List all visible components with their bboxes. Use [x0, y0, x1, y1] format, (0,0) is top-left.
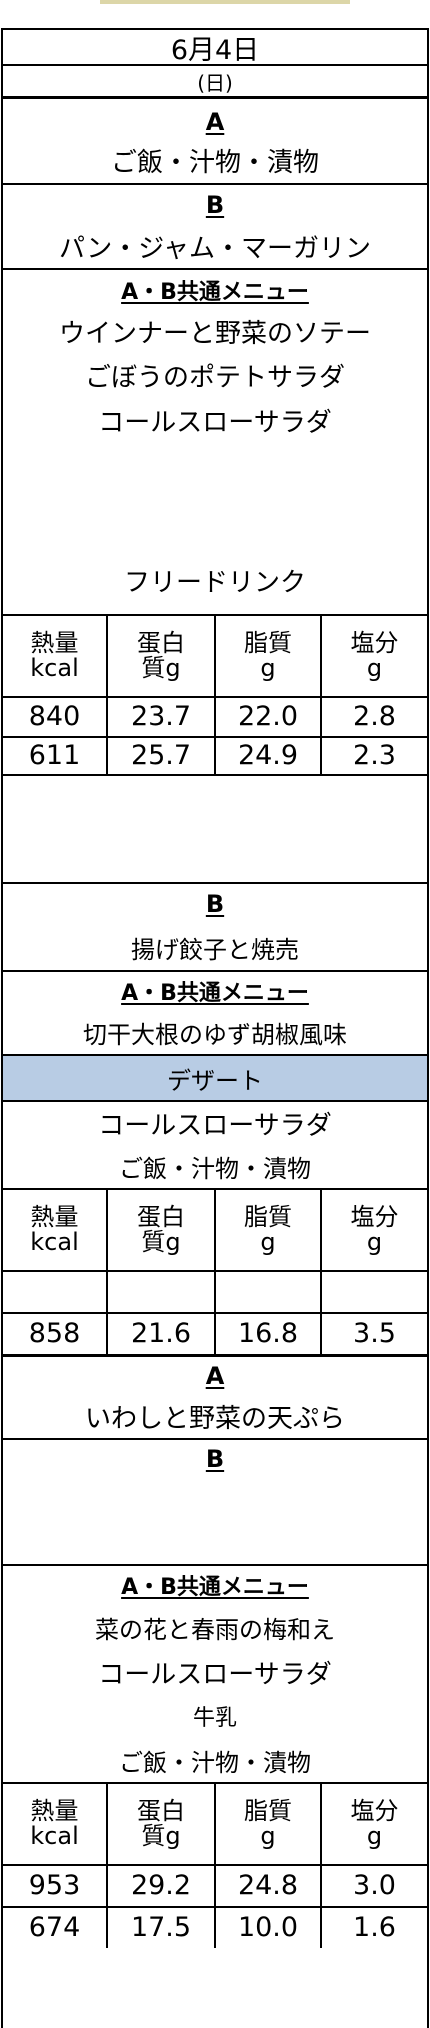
nutrition-value	[108, 1272, 216, 1312]
nutrition-value: 1.6	[353, 1911, 396, 1943]
lunch-b-label: B	[3, 882, 427, 924]
dinner-nutrition-header: 熱量 kcal 蛋白 質g 脂質 g 塩分 g	[3, 1782, 427, 1864]
salt-header: 塩分 g	[350, 1796, 399, 1850]
breakfast-nutrition-header: 熱量 kcal 蛋白 質g 脂質 g 塩分 g	[3, 614, 427, 696]
dinner-common-label: A・B共通メニュー	[3, 1564, 427, 1604]
protein-header: 蛋白 質g	[108, 1784, 216, 1864]
energy-header: 熱量 kcal	[3, 616, 108, 696]
lunch-common-item-1: 切干大根のゆず胡椒風味	[83, 1020, 347, 1049]
lunch-nutrition-row-2: 858 21.6 16.8 3.5	[3, 1312, 427, 1354]
dinner-common-item-2: コールスローサラダ	[98, 1659, 332, 1690]
breakfast-common-item-3: コールスローサラダ	[98, 407, 332, 438]
breakfast-common-label: A・B共通メニュー	[3, 268, 427, 310]
nutrition-value	[216, 1272, 322, 1312]
breakfast-a-label: A	[205, 108, 225, 136]
breakfast-a-menu: ご飯・汁物・漬物	[110, 148, 319, 178]
nutrition-value: 24.8	[216, 1866, 322, 1906]
lunch-nutrition-row-1	[3, 1270, 427, 1312]
lunch-common-label: A・B共通メニュー	[3, 970, 427, 1010]
breakfast-nutrition-row-2: 611 25.7 24.9 2.3	[3, 736, 427, 776]
dinner-nutrition-row-2: 674 17.5 10.0 1.6	[3, 1906, 427, 1948]
lunch-dessert-label: デザート	[3, 1054, 427, 1100]
nutrition-value: 10.0	[216, 1908, 322, 1948]
nutrition-value: 3.5	[353, 1317, 396, 1349]
nutrition-value: 840	[3, 698, 108, 736]
breakfast-common-item-2: ごぼうのポテトサラダ	[84, 363, 345, 393]
lunch-b-menu: 揚げ餃子と焼売	[131, 935, 299, 964]
nutrition-value: 953	[3, 1866, 108, 1906]
dinner-a-menu: いわしと野菜の天ぷら	[84, 1403, 345, 1434]
breakfast-nutrition-row-1: 840 23.7 22.0 2.8	[3, 696, 427, 736]
energy-header: 熱量 kcal	[3, 1784, 108, 1864]
fat-header: 脂質 g	[216, 1784, 322, 1864]
breakfast-common-item-1: ウインナーと野菜のソテー	[58, 319, 371, 349]
nutrition-value: 25.7	[108, 738, 216, 774]
top-color-strip	[100, 0, 350, 4]
breakfast-b-menu: パン・ジャム・マーガリン	[58, 233, 371, 264]
nutrition-value: 22.0	[216, 698, 322, 736]
dinner-common-item-3: 牛乳	[192, 1706, 237, 1731]
nutrition-value: 21.6	[108, 1314, 216, 1354]
lunch-nutrition-header: 熱量 kcal 蛋白 質g 脂質 g 塩分 g	[3, 1188, 427, 1270]
nutrition-value: 674	[3, 1908, 108, 1948]
nutrition-value: 2.3	[353, 739, 396, 771]
nutrition-value: 858	[3, 1314, 108, 1354]
salt-header: 塩分 g	[350, 1202, 399, 1256]
nutrition-value: 17.5	[108, 1908, 216, 1948]
nutrition-value: 611	[3, 738, 108, 774]
energy-header: 熱量 kcal	[3, 1190, 108, 1270]
dinner-b-label: B	[3, 1438, 427, 1478]
lunch-common-item-2: コールスローサラダ	[3, 1100, 427, 1144]
fat-header: 脂質 g	[216, 1190, 322, 1270]
nutrition-value: 24.9	[216, 738, 322, 774]
lunch-common-item-3: ご飯・汁物・漬物	[119, 1154, 311, 1183]
dinner-common-item-1: 菜の花と春雨の梅和え	[95, 1615, 335, 1644]
breakfast-common-item-4: フリードリンク	[123, 567, 306, 598]
nutrition-value: 23.7	[108, 698, 216, 736]
dinner-nutrition-row-1: 953 29.2 24.8 3.0	[3, 1864, 427, 1906]
salt-header: 塩分 g	[350, 628, 399, 682]
dinner-a-label: A	[3, 1354, 427, 1394]
fat-header: 脂質 g	[216, 616, 322, 696]
date-header: 6月4日	[3, 28, 427, 66]
protein-header: 蛋白 質g	[108, 1190, 216, 1270]
nutrition-value: 29.2	[108, 1866, 216, 1906]
nutrition-value: 2.8	[353, 700, 396, 732]
menu-sheet: 6月4日 (日) A ご飯・汁物・漬物 B パン・ジャム・マーガリン A・B共通…	[1, 28, 429, 2028]
nutrition-value: 3.0	[353, 1869, 396, 1901]
nutrition-value	[322, 1272, 427, 1312]
nutrition-value	[3, 1272, 108, 1312]
breakfast-b-label: B	[3, 183, 427, 225]
nutrition-value: 16.8	[216, 1314, 322, 1354]
protein-header: 蛋白 質g	[108, 616, 216, 696]
weekday-header: (日)	[3, 64, 427, 99]
dinner-common-item-4: ご飯・汁物・漬物	[119, 1748, 311, 1777]
